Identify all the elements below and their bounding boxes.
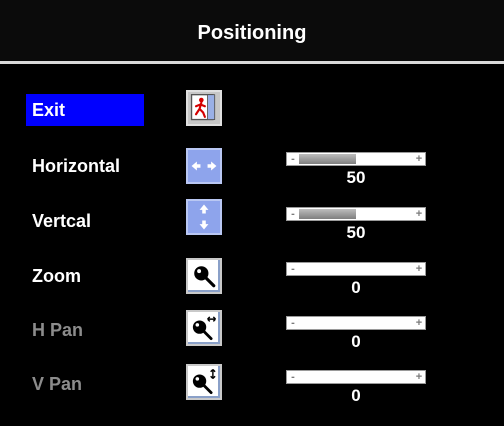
slider-fill — [299, 209, 356, 219]
slider-value: 0 — [351, 278, 361, 297]
slider-plus: + — [415, 371, 423, 383]
title-bar: Positioning — [0, 0, 504, 64]
zoom-slider[interactable]: - + — [286, 262, 426, 276]
menu-item-label: Zoom — [32, 266, 81, 286]
menu-item-vertical[interactable]: Vertcal - + 50 — [0, 199, 504, 263]
slider-minus: - — [291, 371, 295, 383]
slider-value: 50 — [346, 168, 366, 187]
magnifier-icon — [186, 258, 222, 294]
slider-plus: + — [415, 263, 423, 275]
slider-value: 50 — [346, 223, 366, 242]
slider-minus: - — [291, 153, 295, 165]
menu-item-label: Horizontal — [32, 156, 120, 176]
menu-item-exit[interactable]: Exit — [0, 90, 504, 152]
slider-plus: + — [415, 153, 423, 165]
menu-item-label: H Pan — [32, 320, 84, 340]
osd-panel: Positioning Exit Horizontal - + 50 Vertc… — [0, 0, 504, 414]
horizontal-slider[interactable]: - + — [286, 152, 426, 166]
horizontal-pan-icon — [186, 310, 222, 346]
menu-item-label: V Pan — [32, 374, 83, 394]
vertical-slider[interactable]: - + — [286, 207, 426, 221]
slider-value: 0 — [351, 332, 361, 351]
slider-minus: - — [291, 263, 295, 275]
slider-plus: + — [415, 208, 423, 220]
menu-item-v-pan[interactable]: V Pan - + 0 — [0, 364, 504, 426]
slider-minus: - — [291, 317, 295, 329]
vertical-arrows-icon — [186, 199, 222, 235]
exit-door-icon[interactable] — [186, 90, 222, 126]
h-pan-slider[interactable]: - + — [286, 316, 426, 330]
menu-item-label: Exit — [26, 94, 144, 126]
menu-item-h-pan[interactable]: H Pan - + 0 — [0, 310, 504, 372]
page-title: Positioning — [197, 22, 307, 44]
slider-plus: + — [415, 317, 423, 329]
slider-minus: - — [291, 208, 295, 220]
menu-item-zoom[interactable]: Zoom - + 0 — [0, 258, 504, 318]
slider-fill — [299, 154, 356, 164]
vertical-pan-icon — [186, 364, 222, 400]
menu-item-horizontal[interactable]: Horizontal - + 50 — [0, 148, 504, 208]
menu-item-label: Vertcal — [32, 211, 92, 231]
horizontal-arrows-icon — [186, 148, 222, 184]
v-pan-slider[interactable]: - + — [286, 370, 426, 384]
slider-value: 0 — [351, 386, 361, 405]
